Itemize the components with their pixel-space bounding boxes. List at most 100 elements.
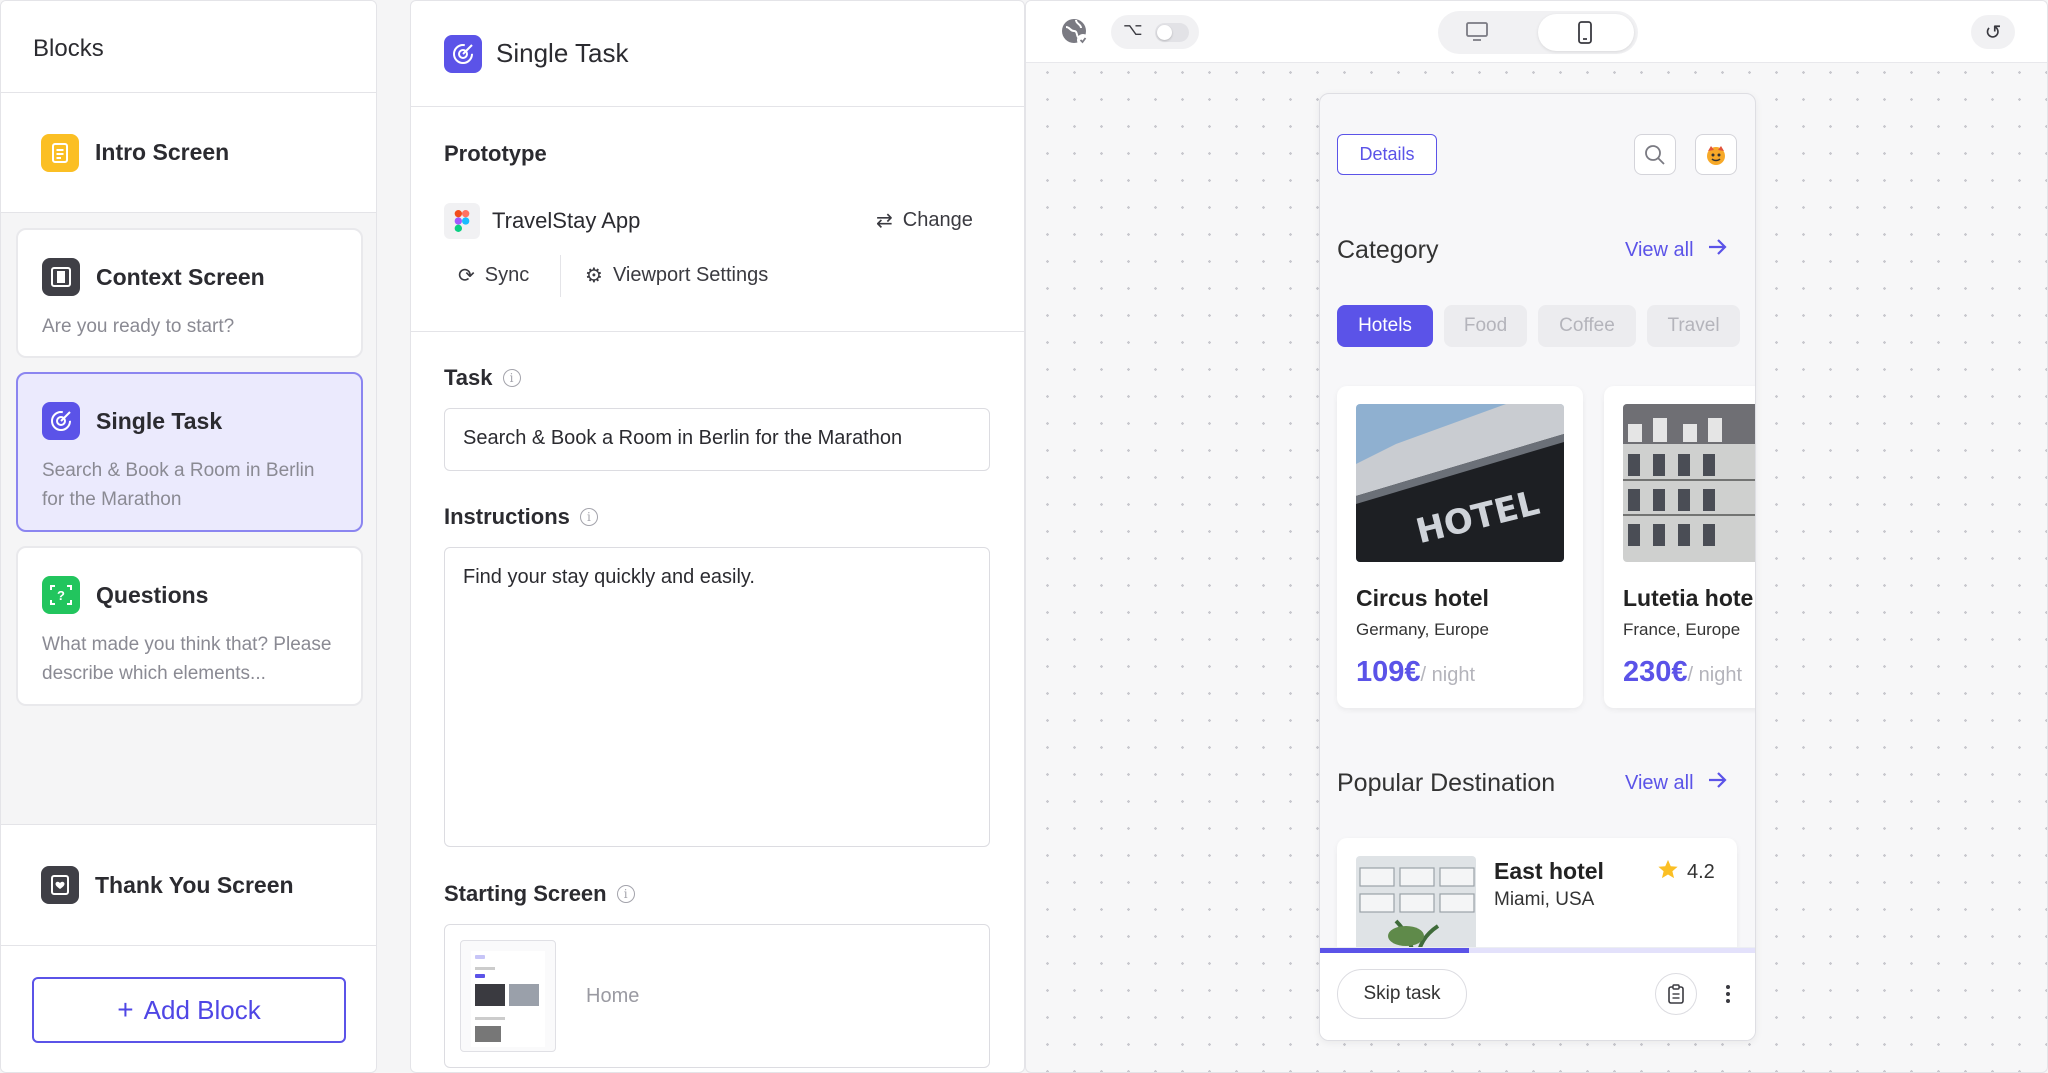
category-view-all[interactable]: View all bbox=[1625, 238, 1728, 262]
hotel-price: 109€/ night bbox=[1356, 656, 1475, 689]
popular-hotel-name: East hotel bbox=[1494, 858, 1604, 884]
swap-icon: ⇄ bbox=[876, 210, 893, 232]
hotspot-toggle[interactable]: ⌥ bbox=[1111, 15, 1199, 49]
block-label: Intro Screen bbox=[95, 139, 230, 165]
figma-icon bbox=[444, 203, 480, 239]
instructions-textarea[interactable]: Find your stay quickly and easily. bbox=[444, 547, 990, 847]
price-value: 109€ bbox=[1356, 656, 1421, 688]
chip-food[interactable]: Food bbox=[1444, 305, 1527, 347]
block-single-task[interactable]: Single Task Search & Book a Room in Berl… bbox=[16, 372, 363, 532]
chip-hotels[interactable]: Hotels bbox=[1337, 305, 1433, 347]
gear-icon: ⚙ bbox=[585, 265, 603, 287]
hotel-location: France, Europe bbox=[1623, 620, 1741, 639]
block-title: Context Screen bbox=[96, 263, 265, 290]
block-title: Single Task bbox=[96, 407, 223, 434]
mobile-icon bbox=[1578, 21, 1592, 44]
hotel-image bbox=[1356, 856, 1476, 958]
change-prototype-button[interactable]: ⇄ Change bbox=[876, 208, 973, 233]
block-subtitle: Are you ready to start? bbox=[42, 316, 235, 337]
task-heading-label: Task bbox=[444, 365, 493, 390]
block-subtitle: Search & Book a Room in Berlin for the M… bbox=[42, 460, 315, 510]
prototype-heading: Prototype bbox=[444, 141, 547, 166]
target-icon bbox=[444, 34, 482, 73]
hotel-name: Circus hotel bbox=[1356, 585, 1489, 611]
block-thank-you-screen[interactable]: Thank You Screen bbox=[1, 824, 376, 946]
prototype-name: TravelStay App bbox=[492, 208, 641, 233]
task-input[interactable]: Search & Book a Room in Berlin for the M… bbox=[444, 408, 990, 471]
preview-canvas: ⌥ ↺ Details Category View all Hotels Foo… bbox=[1025, 0, 2048, 1073]
question-icon: ? bbox=[42, 576, 80, 614]
mobile-view-button[interactable] bbox=[1538, 14, 1634, 51]
view-all-label: View all bbox=[1625, 238, 1694, 261]
details-button[interactable]: Details bbox=[1337, 134, 1437, 175]
price-unit: / night bbox=[1687, 664, 1742, 686]
starting-screen-value: Home bbox=[586, 985, 640, 1007]
hotel-price: 230€/ night bbox=[1623, 656, 1742, 689]
task-progress-fill bbox=[1320, 948, 1469, 953]
task-footer: Skip task bbox=[1320, 947, 1755, 1040]
preview-toolbar: ⌥ ↺ bbox=[1026, 1, 2047, 63]
hotel-image: HOTEL bbox=[1356, 404, 1564, 562]
hotel-location: Germany, Europe bbox=[1356, 620, 1489, 639]
hotel-card[interactable]: Lutetia hotel France, Europe 230€/ night bbox=[1604, 386, 1756, 708]
block-context-screen[interactable]: Context Screen Are you ready to start? bbox=[16, 228, 363, 358]
popular-hotel-location: Miami, USA bbox=[1494, 889, 1595, 910]
block-label: Thank You Screen bbox=[95, 871, 294, 898]
info-icon[interactable]: i bbox=[502, 369, 521, 387]
block-questions[interactable]: ? Questions What made you think that? Pl… bbox=[16, 546, 363, 706]
device-switch bbox=[1438, 11, 1638, 54]
clipboard-icon[interactable] bbox=[1655, 973, 1697, 1015]
divider bbox=[560, 255, 561, 297]
block-intro-screen[interactable]: Intro Screen bbox=[1, 93, 376, 213]
viewport-settings-button[interactable]: ⚙ Viewport Settings bbox=[585, 263, 768, 288]
skip-task-button[interactable]: Skip task bbox=[1337, 969, 1467, 1019]
arrow-right-icon bbox=[1708, 771, 1728, 795]
desktop-icon[interactable] bbox=[1466, 22, 1488, 47]
blocks-title: Blocks bbox=[1, 1, 376, 93]
context-screen-icon bbox=[42, 258, 80, 296]
price-unit: / night bbox=[1420, 664, 1475, 686]
block-title: Questions bbox=[96, 581, 209, 608]
sync-button[interactable]: ⟳ Sync bbox=[458, 263, 529, 288]
starting-screen-select[interactable]: Home bbox=[444, 924, 990, 1068]
prototype-row: TravelStay App bbox=[444, 203, 640, 239]
search-icon[interactable] bbox=[1634, 134, 1676, 175]
instructions-heading-label: Instructions bbox=[444, 504, 570, 529]
info-icon[interactable]: i bbox=[616, 885, 635, 903]
rating-value: 4.2 bbox=[1687, 860, 1715, 883]
avatar[interactable] bbox=[1695, 134, 1737, 175]
popular-view-all[interactable]: View all bbox=[1625, 771, 1728, 795]
branch-icon: ⌥ bbox=[1123, 20, 1143, 39]
chip-travel[interactable]: Travel bbox=[1647, 305, 1740, 347]
globe-icon[interactable] bbox=[1060, 17, 1090, 47]
add-block-button[interactable]: + Add Block bbox=[32, 977, 346, 1043]
svg-text:?: ? bbox=[57, 588, 65, 603]
view-all-label: View all bbox=[1625, 771, 1694, 794]
popular-item-card[interactable]: East hotel Miami, USA 4.2 bbox=[1337, 838, 1737, 958]
section-divider bbox=[411, 331, 1024, 332]
toggle-track bbox=[1155, 23, 1189, 42]
starting-screen-heading-label: Starting Screen bbox=[444, 881, 607, 906]
editor-title: Single Task bbox=[496, 38, 629, 68]
blocks-panel: Blocks Intro Screen Context Screen Are y… bbox=[0, 0, 377, 1073]
info-icon[interactable]: i bbox=[579, 508, 598, 526]
viewport-settings-label: Viewport Settings bbox=[612, 264, 769, 286]
block-editor-panel: Single Task Prototype TravelStay App ⇄ C… bbox=[410, 0, 1025, 1073]
reset-icon[interactable]: ↺ bbox=[1971, 15, 2015, 49]
document-icon bbox=[41, 133, 79, 172]
sync-label: Sync bbox=[484, 264, 530, 286]
chip-coffee[interactable]: Coffee bbox=[1538, 305, 1636, 347]
heart-icon bbox=[41, 866, 79, 904]
more-vertical-icon[interactable] bbox=[1720, 978, 1736, 1010]
hotel-name: Lutetia hotel bbox=[1623, 585, 1756, 611]
task-progress-track bbox=[1320, 948, 1755, 953]
task-heading: Task i bbox=[444, 365, 521, 391]
arrow-right-icon bbox=[1708, 238, 1728, 262]
star-icon bbox=[1657, 858, 1679, 886]
phone-frame: Details Category View all Hotels Food Co… bbox=[1319, 93, 1756, 1041]
hotel-card[interactable]: HOTEL Circus hotel Germany, Europe 109€/… bbox=[1337, 386, 1583, 708]
target-icon bbox=[42, 402, 80, 440]
price-value: 230€ bbox=[1623, 656, 1688, 688]
change-label: Change bbox=[902, 209, 973, 231]
screen-thumbnail bbox=[460, 940, 556, 1052]
